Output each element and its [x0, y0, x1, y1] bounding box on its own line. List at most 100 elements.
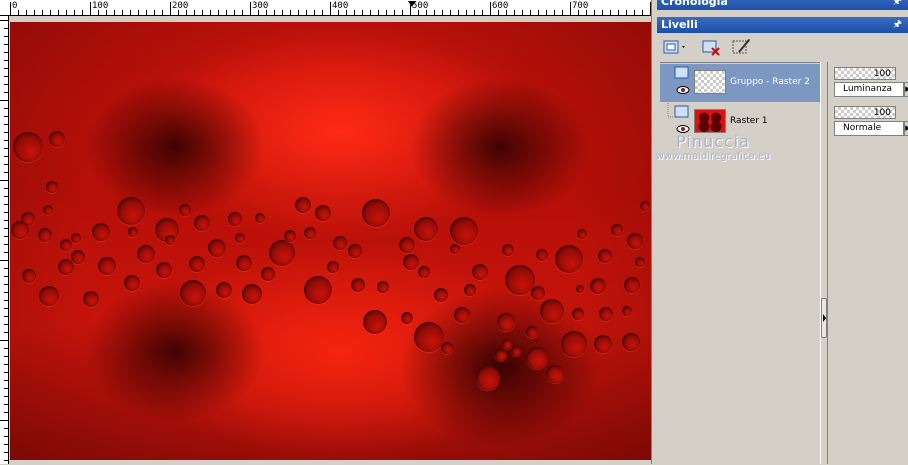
watermark-url: www.maidiregrafica.eu [655, 151, 771, 162]
ruler-tick [4, 196, 8, 197]
ruler-tick [0, 340, 8, 341]
opacity-slider[interactable]: 100 [834, 106, 896, 119]
layer-row-group-raster-2[interactable]: Gruppo - Raster 2 [660, 64, 822, 102]
canvas-bubble [377, 281, 389, 293]
layers-list: Gruppo - Raster 2 Raster 1 [660, 62, 822, 465]
ruler-tick [530, 10, 531, 15]
ruler-tick [4, 356, 8, 357]
ruler-tick [4, 76, 8, 77]
palette-splitter[interactable] [820, 62, 828, 464]
ruler-tick [90, 2, 91, 15]
canvas-bubble [216, 282, 232, 298]
canvas-bubble [418, 266, 430, 278]
ruler-tick [4, 308, 8, 309]
canvas-bubble [502, 244, 514, 256]
canvas-bubble [577, 229, 587, 239]
blend-mode-select[interactable]: Normale [834, 121, 904, 136]
ruler-tick [0, 100, 8, 101]
blend-mode-arrow-icon[interactable]: ▶ [904, 121, 908, 136]
delete-layer-button[interactable] [699, 37, 725, 57]
ruler-tick [4, 44, 8, 45]
canvas-bubble [13, 132, 43, 162]
ruler-label: 400 [332, 1, 349, 11]
expand-arrow-icon [823, 314, 826, 322]
canvas-bubble [351, 278, 365, 292]
canvas-bubble [49, 131, 65, 147]
ruler-tick [58, 10, 59, 15]
new-layer-button[interactable] [661, 37, 689, 57]
ruler-tick [474, 10, 475, 15]
ruler-label: 0 [12, 1, 18, 11]
layer-props-group-raster-2: 100 Luminanza ▶ [834, 63, 908, 101]
ruler-tick [434, 10, 435, 15]
ruler-tick [4, 388, 8, 389]
ruler-tick [10, 2, 11, 15]
canvas-bubble [43, 205, 53, 215]
ruler-tick [602, 10, 603, 15]
blend-mode-arrow-icon[interactable]: ▶ [904, 82, 908, 97]
ruler-tick [162, 10, 163, 15]
layers-palette-titlebar[interactable]: Livelli 🖈 [657, 17, 908, 33]
ruler-tick [4, 380, 8, 381]
ruler-tick [74, 10, 75, 15]
canvas-bubble [635, 257, 645, 267]
ruler-tick [378, 10, 379, 15]
ruler-label: 100 [92, 1, 109, 11]
canvas-bubble [363, 310, 387, 334]
pin-icon[interactable]: 🖈 [893, 0, 902, 10]
canvas-bubble [117, 197, 145, 225]
new-layer-icon [663, 40, 685, 54]
raster-layer-icon [674, 66, 689, 79]
ruler-tick [0, 20, 8, 21]
ruler-tick [18, 10, 19, 15]
layer-thumbnail [694, 70, 726, 94]
history-palette-titlebar[interactable]: Cronologia 🖈 [657, 0, 908, 10]
ruler-tick [4, 204, 8, 205]
ruler-tick [466, 10, 467, 15]
ruler-tick [130, 10, 131, 15]
canvas-bubble [284, 230, 296, 242]
canvas-bubble [333, 236, 347, 250]
layer-properties-button[interactable] [729, 37, 755, 57]
ruler-tick [298, 10, 299, 15]
canvas-vignette [10, 22, 651, 460]
canvas-bubble [403, 254, 419, 270]
canvas-bubble [128, 227, 138, 237]
ruler-label: 200 [172, 1, 189, 11]
canvas-bubble [576, 285, 584, 293]
ruler-tick [4, 244, 8, 245]
history-title: Cronologia [661, 0, 728, 8]
canvas-bubble [83, 291, 99, 307]
canvas-bubble [622, 306, 632, 316]
canvas-bubble [594, 335, 612, 353]
image-canvas[interactable] [10, 22, 651, 460]
ruler-tick [4, 220, 8, 221]
ruler-tick [482, 10, 483, 15]
ruler-tick [4, 156, 8, 157]
ruler-tick [4, 92, 8, 93]
canvas-bubble [295, 197, 311, 213]
canvas-bubble [180, 280, 206, 306]
ruler-tick [4, 212, 8, 213]
splitter-grip[interactable] [821, 298, 827, 338]
ruler-tick [4, 84, 8, 85]
canvas-bubble [304, 227, 316, 239]
canvas-bubble [39, 286, 59, 306]
ruler-tick [170, 2, 171, 15]
ruler-tick [594, 10, 595, 15]
ruler-tick [202, 10, 203, 15]
canvas-bubble [189, 256, 205, 272]
ruler-tick [4, 108, 8, 109]
ruler-tick [4, 276, 8, 277]
ruler-tick [282, 10, 283, 15]
ruler-tick [0, 180, 8, 181]
canvas-bubble [598, 249, 612, 263]
ruler-tick [218, 10, 219, 15]
pin-icon[interactable]: 🖈 [893, 17, 902, 33]
blend-mode-select[interactable]: Luminanza [834, 82, 904, 97]
ruler-tick [4, 124, 8, 125]
visibility-eye-icon[interactable] [676, 85, 690, 95]
ruler-tick [330, 2, 331, 15]
opacity-slider[interactable]: 100 [834, 67, 896, 80]
ruler-tick [4, 460, 8, 461]
